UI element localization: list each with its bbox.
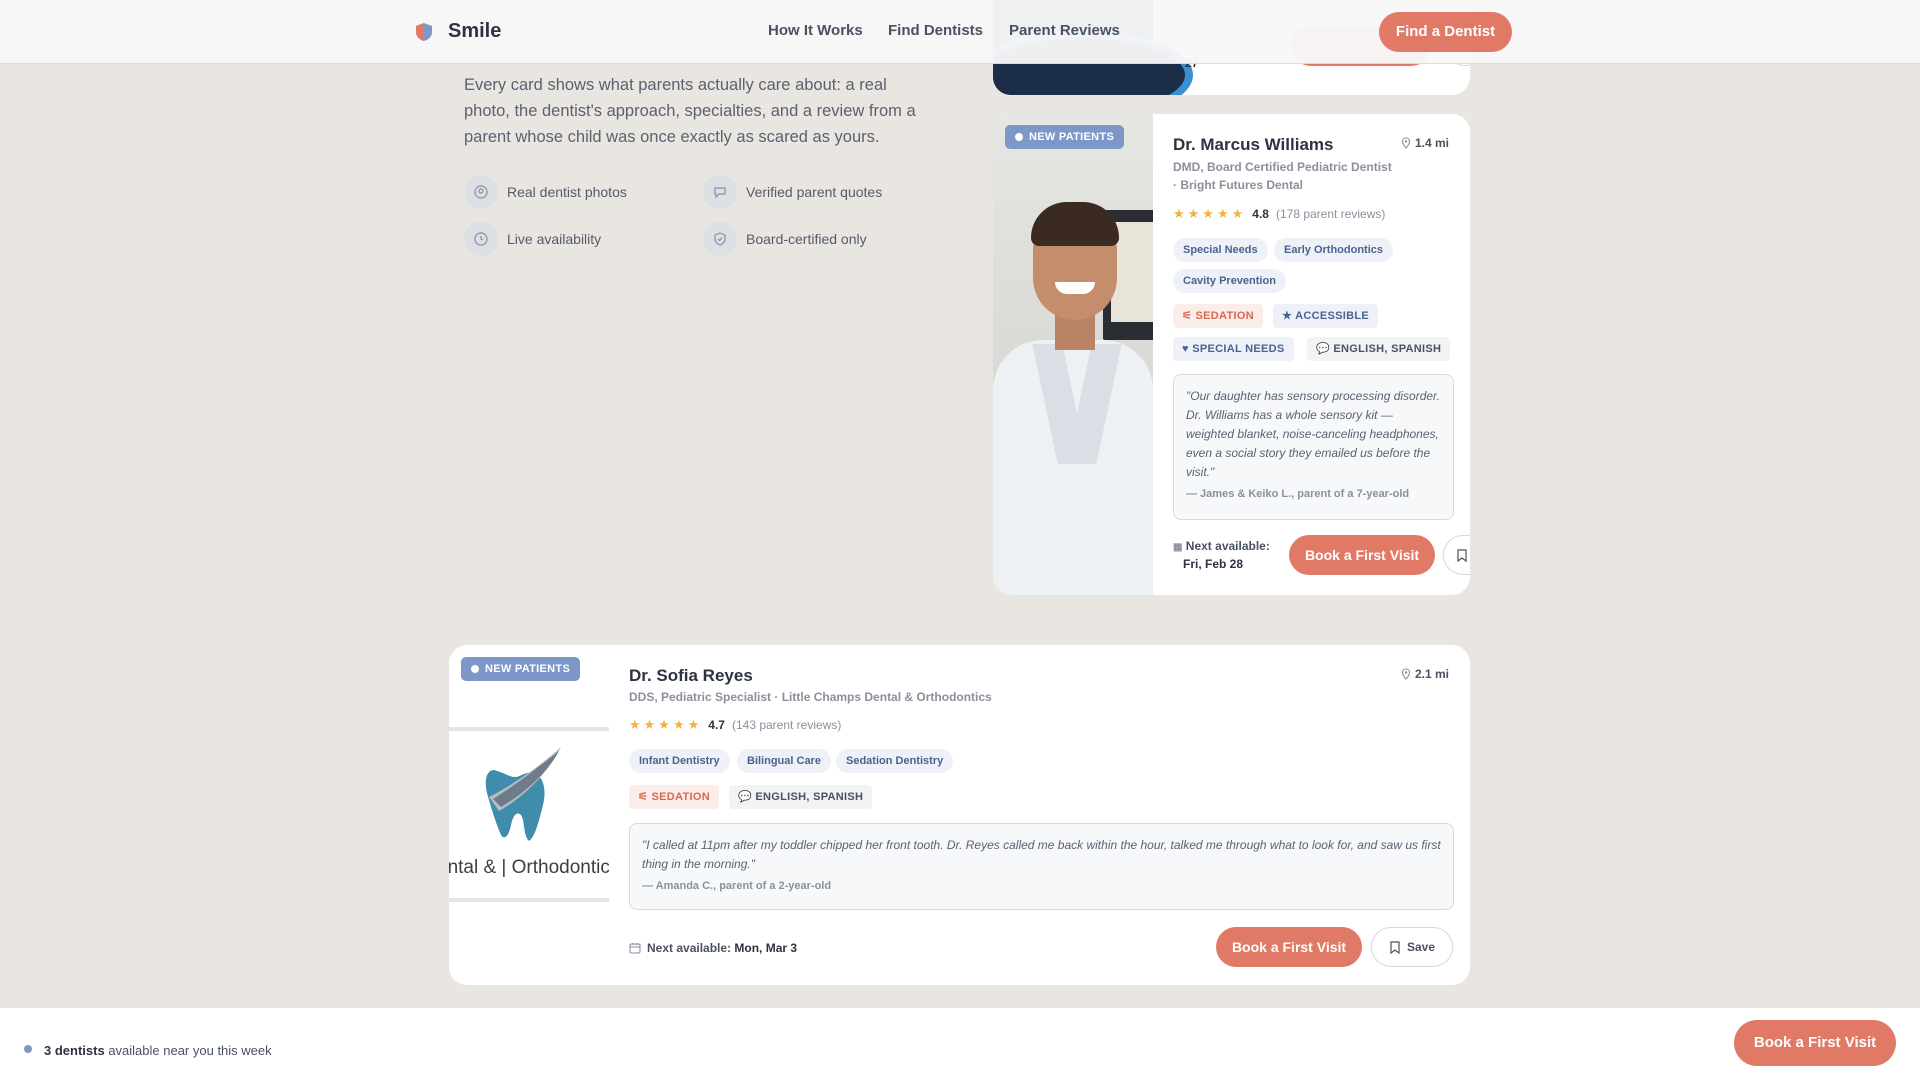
practice-logo: ental & | Orthodontic xyxy=(449,727,609,902)
location-pin-icon xyxy=(1401,137,1411,149)
rating: ★★★★★ 4.8 (178 parent reviews) xyxy=(1173,206,1385,222)
specialty-chip: Sedation Dentistry xyxy=(836,749,954,773)
feature-real-photos: Real dentist photos xyxy=(464,175,627,209)
next-available-date: Mon, Mar 3 xyxy=(734,941,798,955)
sedation-icon: ⚟ xyxy=(638,791,649,803)
speech-bubble-icon: 💬 xyxy=(738,791,752,803)
tag-sedation: ⚟ SEDATION xyxy=(1173,304,1263,328)
brand-name[interactable]: Smile xyxy=(448,20,501,43)
feature-label: Live availability xyxy=(507,231,602,247)
bookmark-icon xyxy=(1390,940,1400,954)
nav-link-find-dentists[interactable]: Find Dentists xyxy=(888,22,983,39)
rating-value: 4.8 xyxy=(1252,207,1269,221)
star-rating-icon: ★★★★★ xyxy=(1173,206,1247,221)
credentials: DDS, Pediatric Specialist · Little Champ… xyxy=(629,690,992,704)
parent-quote: "Our daughter has sensory processing dis… xyxy=(1173,374,1454,520)
dentist-photo xyxy=(993,114,1153,595)
save-button[interactable] xyxy=(1443,535,1470,575)
save-button[interactable]: Save xyxy=(1371,927,1453,967)
specialty-chip: Early Orthodontics xyxy=(1274,238,1394,262)
tag-label: SEDATION xyxy=(651,791,710,803)
user-icon xyxy=(464,175,498,209)
shield-check-icon xyxy=(703,222,737,256)
next-available-date: Fri, Feb 28 xyxy=(1183,557,1244,571)
feature-label: Verified parent quotes xyxy=(746,184,883,200)
feature-board-certified: Board-certified only xyxy=(703,222,867,256)
clock-icon xyxy=(464,222,498,256)
tag-label: ENGLISH, SPANISH xyxy=(1333,343,1442,355)
tooth-logo-icon xyxy=(485,747,561,841)
quote-author: — James & Keiko L., parent of a 7-year-o… xyxy=(1186,488,1410,500)
dentist-card: ental & | Orthodontic NEW PATIENTS Dr. S… xyxy=(449,645,1470,985)
find-dentist-button[interactable]: Find a Dentist xyxy=(1379,12,1512,52)
tag-label: SEDATION xyxy=(1195,310,1254,322)
parent-quote: "I called at 11pm after my toddler chipp… xyxy=(629,823,1454,910)
location-pin-icon xyxy=(1401,668,1411,680)
shield-logo-icon[interactable] xyxy=(413,21,435,43)
tag-label: SPECIAL NEEDS xyxy=(1192,343,1285,355)
calendar-icon xyxy=(629,943,641,954)
chat-icon xyxy=(703,175,737,209)
heart-icon: ♥ xyxy=(1182,343,1189,355)
save-label: Save xyxy=(1406,940,1436,954)
nav-link-how-it-works[interactable]: How It Works xyxy=(768,22,863,39)
dentist-count: 3 dentists xyxy=(44,1043,105,1058)
tag-languages: 💬 ENGLISH, SPANISH xyxy=(1307,337,1451,361)
quote-text: "Our daughter has sensory processing dis… xyxy=(1186,389,1440,479)
speech-bubble-icon: 💬 xyxy=(1316,343,1330,355)
star-rating-icon: ★★★★★ xyxy=(629,717,703,732)
next-available: Next available: Mon, Mar 3 xyxy=(629,940,797,956)
feature-label: Real dentist photos xyxy=(507,184,627,200)
tag-sedation: ⚟ SEDATION xyxy=(629,785,719,809)
next-available-label: Next available: xyxy=(1185,539,1270,553)
distance: 2.1 mi xyxy=(1401,667,1449,681)
availability-summary: 3 dentists available near you this week xyxy=(44,1043,272,1058)
availability-text: available near you this week xyxy=(108,1043,272,1058)
book-first-visit-button[interactable]: Book a First Visit xyxy=(1216,927,1362,967)
distance: 1.4 mi xyxy=(1401,136,1449,150)
credentials: DMD, Board Certified Pediatric Dentist xyxy=(1173,160,1392,174)
feature-label: Board-certified only xyxy=(746,231,867,247)
bottom-availability-bar: 3 dentists available near you this week … xyxy=(0,1007,1920,1080)
tag-languages: 💬 ENGLISH, SPANISH xyxy=(729,785,873,809)
tag-accessible: ★ ACCESSIBLE xyxy=(1273,304,1379,328)
review-count[interactable]: (143 parent reviews) xyxy=(732,718,841,732)
top-nav: Smile How It Works Find Dentists Parent … xyxy=(0,0,1920,64)
intro-text: Every card shows what parents actually c… xyxy=(464,76,916,146)
specialty-chip: Cavity Prevention xyxy=(1173,269,1286,293)
calendar-icon: ▦ xyxy=(1173,542,1183,553)
practice-logo-text: ental & | Orthodontic xyxy=(449,857,609,878)
bookmark-icon xyxy=(1457,548,1467,562)
book-first-visit-button[interactable]: Book a First Visit xyxy=(1734,1020,1896,1066)
practice-name: · Bright Futures Dental xyxy=(1173,178,1304,192)
quote-author: — Amanda C., parent of a 2-year-old xyxy=(642,880,832,892)
distance-value: 2.1 mi xyxy=(1415,667,1450,681)
new-patients-badge: NEW PATIENTS xyxy=(461,657,581,681)
tag-special-needs: ♥ SPECIAL NEEDS xyxy=(1173,337,1294,361)
specialty-chip: Special Needs xyxy=(1173,238,1268,262)
status-dot-icon xyxy=(24,1045,32,1053)
tag-label: ACCESSIBLE xyxy=(1295,310,1370,322)
feature-live-availability: Live availability xyxy=(464,222,601,256)
next-available: ▦ Next available: Fri, Feb 28 xyxy=(1173,538,1270,572)
rating-value: 4.7 xyxy=(708,718,725,732)
distance-value: 1.4 mi xyxy=(1415,136,1450,150)
dentist-name[interactable]: Dr. Marcus Williams xyxy=(1173,135,1333,155)
review-count[interactable]: (178 parent reviews) xyxy=(1276,207,1385,221)
quote-text: "I called at 11pm after my toddler chipp… xyxy=(642,838,1441,871)
dentist-card: NEW PATIENTS Dr. Marcus Williams 1.4 mi … xyxy=(993,114,1470,595)
star-icon: ★ xyxy=(1282,310,1293,322)
next-available-label: Next available: xyxy=(647,941,732,955)
tag-label: ENGLISH, SPANISH xyxy=(755,791,864,803)
sedation-icon: ⚟ xyxy=(1182,310,1193,322)
dentist-name[interactable]: Dr. Sofia Reyes xyxy=(629,666,753,686)
feature-parent-quotes: Verified parent quotes xyxy=(703,175,882,209)
new-patients-badge: NEW PATIENTS xyxy=(1005,125,1125,149)
specialty-chip: Infant Dentistry xyxy=(629,749,730,773)
rating: ★★★★★ 4.7 (143 parent reviews) xyxy=(629,717,841,733)
nav-link-parent-reviews[interactable]: Parent Reviews xyxy=(1009,22,1120,39)
book-first-visit-button[interactable]: Book a First Visit xyxy=(1289,535,1435,575)
specialty-chip: Bilingual Care xyxy=(737,749,831,773)
